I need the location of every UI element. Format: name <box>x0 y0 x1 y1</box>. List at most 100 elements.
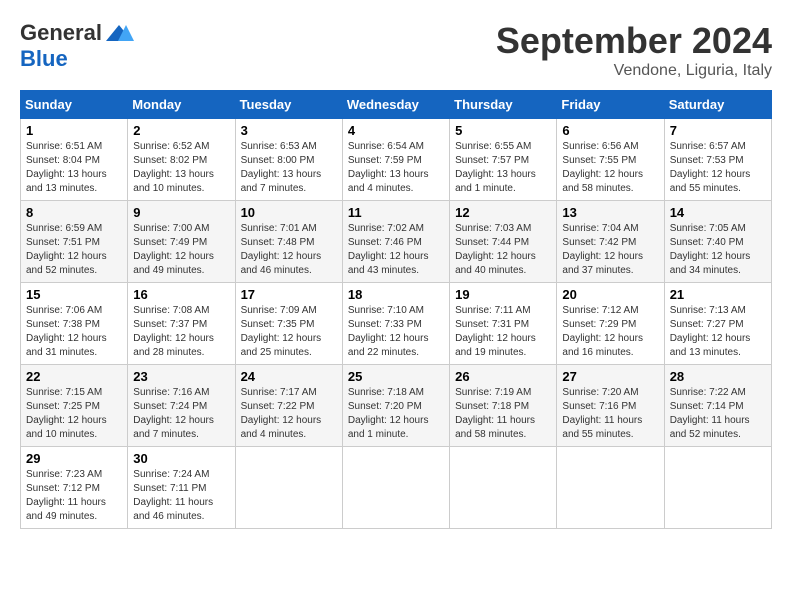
week-row-2: 8Sunrise: 6:59 AM Sunset: 7:51 PM Daylig… <box>21 201 772 283</box>
logo-icon <box>104 23 134 43</box>
day-number: 29 <box>26 451 122 466</box>
day-number: 10 <box>241 205 337 220</box>
calendar-cell: 26Sunrise: 7:19 AM Sunset: 7:18 PM Dayli… <box>450 365 557 447</box>
calendar-cell: 19 Sunrise: 7:11 AM Sunset: 7:31 PM Dayli… <box>450 283 557 365</box>
day-number: 8 <box>26 205 122 220</box>
day-info: Sunrise: 6:54 AM Sunset: 7:59 PM Dayligh… <box>348 140 444 196</box>
calendar-cell: 14 Sunrise: 7:05 AM Sunset: 7:40 PM Dayli… <box>664 201 771 283</box>
day-number: 13 <box>562 205 658 220</box>
calendar-cell <box>342 447 449 529</box>
calendar-cell: 6 Sunrise: 6:56 AM Sunset: 7:55 PM Daylig… <box>557 119 664 201</box>
week-row-4: 22 Sunrise: 7:15 AM Sunset: 7:25 PM Dayli… <box>21 365 772 447</box>
day-number: 7 <box>670 123 766 138</box>
day-number: 2 <box>133 123 229 138</box>
logo: General Blue <box>20 20 134 72</box>
day-info: Sunrise: 6:56 AM Sunset: 7:55 PM Dayligh… <box>562 140 658 196</box>
day-info: Sunrise: 7:23 AM Sunset: 7:12 PM Dayligh… <box>26 468 122 524</box>
title-area: September 2024 Vendone, Liguria, Italy <box>496 20 772 80</box>
day-info: Sunrise: 7:16 AM Sunset: 7:24 PM Dayligh… <box>133 386 229 442</box>
location-subtitle: Vendone, Liguria, Italy <box>496 62 772 80</box>
calendar-cell: 23 Sunrise: 7:16 AM Sunset: 7:24 PM Dayli… <box>128 365 235 447</box>
column-header-thursday: Thursday <box>450 91 557 119</box>
day-info: Sunrise: 6:53 AM Sunset: 8:00 PM Dayligh… <box>241 140 337 196</box>
calendar-cell: 2 Sunrise: 6:52 AM Sunset: 8:02 PM Daylig… <box>128 119 235 201</box>
calendar-header-row: SundayMondayTuesdayWednesdayThursdayFrid… <box>21 91 772 119</box>
calendar-cell: 13 Sunrise: 7:04 AM Sunset: 7:42 PM Dayli… <box>557 201 664 283</box>
day-number: 30 <box>133 451 229 466</box>
day-info: Sunrise: 7:10 AM Sunset: 7:33 PM Dayligh… <box>348 304 444 360</box>
calendar-cell: 17 Sunrise: 7:09 AM Sunset: 7:35 PM Dayli… <box>235 283 342 365</box>
day-info: Sunrise: 7:20 AM Sunset: 7:16 PM Dayligh… <box>562 386 658 442</box>
day-info: Sunrise: 7:12 AM Sunset: 7:29 PM Dayligh… <box>562 304 658 360</box>
day-number: 19 <box>455 287 551 302</box>
calendar-cell: 27Sunrise: 7:20 AM Sunset: 7:16 PM Dayli… <box>557 365 664 447</box>
calendar-cell: 9 Sunrise: 7:00 AM Sunset: 7:49 PM Daylig… <box>128 201 235 283</box>
calendar-cell: 3 Sunrise: 6:53 AM Sunset: 8:00 PM Daylig… <box>235 119 342 201</box>
calendar-cell: 28 Sunrise: 7:22 AM Sunset: 7:14 PM Dayli… <box>664 365 771 447</box>
calendar-cell: 18Sunrise: 7:10 AM Sunset: 7:33 PM Dayli… <box>342 283 449 365</box>
calendar-cell: 11Sunrise: 7:02 AM Sunset: 7:46 PM Dayli… <box>342 201 449 283</box>
day-info: Sunrise: 6:55 AM Sunset: 7:57 PM Dayligh… <box>455 140 551 196</box>
calendar-cell <box>235 447 342 529</box>
column-header-monday: Monday <box>128 91 235 119</box>
week-row-5: 29 Sunrise: 7:23 AM Sunset: 7:12 PM Dayli… <box>21 447 772 529</box>
day-info: Sunrise: 7:04 AM Sunset: 7:42 PM Dayligh… <box>562 222 658 278</box>
calendar-cell <box>557 447 664 529</box>
day-info: Sunrise: 7:06 AM Sunset: 7:38 PM Dayligh… <box>26 304 122 360</box>
logo-blue-text: Blue <box>20 46 68 72</box>
calendar-cell: 24 Sunrise: 7:17 AM Sunset: 7:22 PM Dayli… <box>235 365 342 447</box>
day-number: 26 <box>455 369 551 384</box>
calendar-cell <box>664 447 771 529</box>
day-info: Sunrise: 6:52 AM Sunset: 8:02 PM Dayligh… <box>133 140 229 196</box>
day-number: 14 <box>670 205 766 220</box>
day-number: 25 <box>348 369 444 384</box>
day-number: 22 <box>26 369 122 384</box>
calendar-cell: 4Sunrise: 6:54 AM Sunset: 7:59 PM Daylig… <box>342 119 449 201</box>
calendar-table: SundayMondayTuesdayWednesdayThursdayFrid… <box>20 90 772 529</box>
day-info: Sunrise: 7:11 AM Sunset: 7:31 PM Dayligh… <box>455 304 551 360</box>
logo-general-text: General <box>20 20 102 46</box>
day-number: 15 <box>26 287 122 302</box>
day-info: Sunrise: 6:57 AM Sunset: 7:53 PM Dayligh… <box>670 140 766 196</box>
day-info: Sunrise: 7:00 AM Sunset: 7:49 PM Dayligh… <box>133 222 229 278</box>
day-number: 1 <box>26 123 122 138</box>
column-header-sunday: Sunday <box>21 91 128 119</box>
day-info: Sunrise: 7:18 AM Sunset: 7:20 PM Dayligh… <box>348 386 444 442</box>
day-number: 20 <box>562 287 658 302</box>
day-number: 17 <box>241 287 337 302</box>
day-number: 6 <box>562 123 658 138</box>
calendar-cell: 20 Sunrise: 7:12 AM Sunset: 7:29 PM Dayli… <box>557 283 664 365</box>
day-number: 3 <box>241 123 337 138</box>
column-header-wednesday: Wednesday <box>342 91 449 119</box>
day-number: 16 <box>133 287 229 302</box>
day-number: 28 <box>670 369 766 384</box>
page-header: General Blue September 2024 Vendone, Lig… <box>20 20 772 80</box>
day-number: 9 <box>133 205 229 220</box>
day-info: Sunrise: 7:15 AM Sunset: 7:25 PM Dayligh… <box>26 386 122 442</box>
day-number: 24 <box>241 369 337 384</box>
day-info: Sunrise: 7:01 AM Sunset: 7:48 PM Dayligh… <box>241 222 337 278</box>
calendar-cell: 7 Sunrise: 6:57 AM Sunset: 7:53 PM Daylig… <box>664 119 771 201</box>
calendar-cell: 21Sunrise: 7:13 AM Sunset: 7:27 PM Dayli… <box>664 283 771 365</box>
day-info: Sunrise: 7:22 AM Sunset: 7:14 PM Dayligh… <box>670 386 766 442</box>
day-number: 21 <box>670 287 766 302</box>
column-header-friday: Friday <box>557 91 664 119</box>
calendar-cell <box>450 447 557 529</box>
calendar-cell: 30 Sunrise: 7:24 AM Sunset: 7:11 PM Dayli… <box>128 447 235 529</box>
day-info: Sunrise: 7:17 AM Sunset: 7:22 PM Dayligh… <box>241 386 337 442</box>
column-header-tuesday: Tuesday <box>235 91 342 119</box>
day-info: Sunrise: 7:08 AM Sunset: 7:37 PM Dayligh… <box>133 304 229 360</box>
column-header-saturday: Saturday <box>664 91 771 119</box>
day-info: Sunrise: 7:05 AM Sunset: 7:40 PM Dayligh… <box>670 222 766 278</box>
day-number: 12 <box>455 205 551 220</box>
day-info: Sunrise: 6:51 AM Sunset: 8:04 PM Dayligh… <box>26 140 122 196</box>
calendar-cell: 29 Sunrise: 7:23 AM Sunset: 7:12 PM Dayli… <box>21 447 128 529</box>
day-number: 11 <box>348 205 444 220</box>
day-number: 23 <box>133 369 229 384</box>
day-info: Sunrise: 7:09 AM Sunset: 7:35 PM Dayligh… <box>241 304 337 360</box>
calendar-cell: 15 Sunrise: 7:06 AM Sunset: 7:38 PM Dayli… <box>21 283 128 365</box>
day-info: Sunrise: 7:24 AM Sunset: 7:11 PM Dayligh… <box>133 468 229 524</box>
calendar-cell: 16 Sunrise: 7:08 AM Sunset: 7:37 PM Dayli… <box>128 283 235 365</box>
calendar-cell: 8Sunrise: 6:59 AM Sunset: 7:51 PM Daylig… <box>21 201 128 283</box>
calendar-cell: 25 Sunrise: 7:18 AM Sunset: 7:20 PM Dayli… <box>342 365 449 447</box>
